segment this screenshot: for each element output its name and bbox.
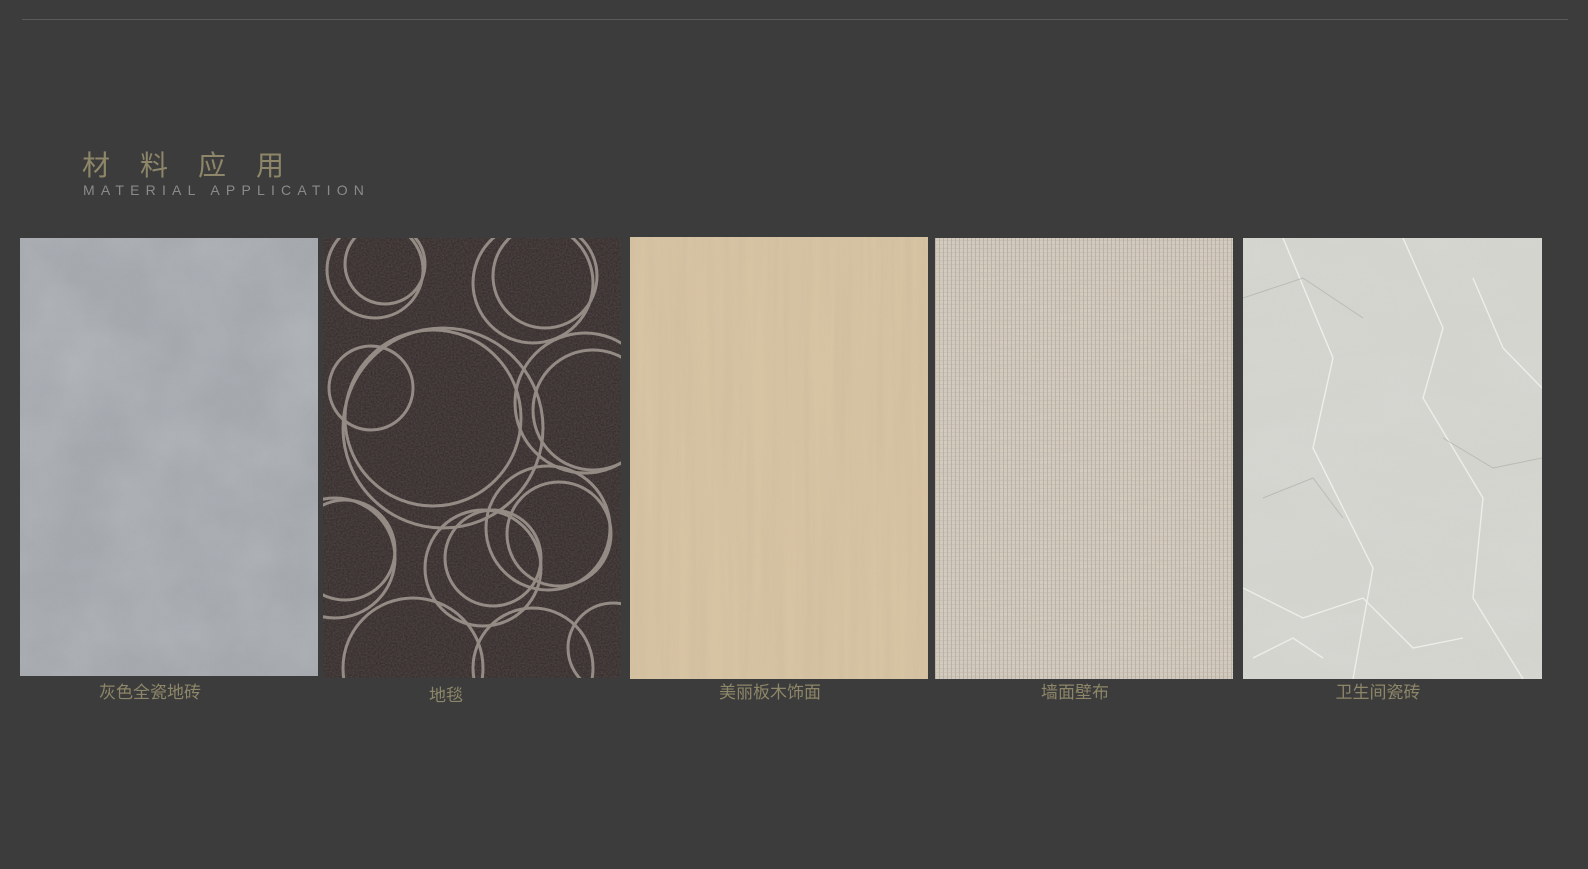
material-caption: 美丽板木饰面 <box>719 683 821 703</box>
material-swatch-wall-fabric <box>935 238 1233 679</box>
material-caption: 地毯 <box>429 686 463 706</box>
material-caption: 灰色全瓷地砖 <box>99 683 201 703</box>
top-divider <box>22 19 1568 20</box>
section-title: 材料应用 <box>82 149 315 182</box>
material-swatch-grey-tile <box>20 238 318 676</box>
material-caption: 卫生间瓷砖 <box>1335 683 1421 703</box>
material-caption: 墙面壁布 <box>1041 683 1109 703</box>
material-swatch-marble <box>1243 238 1542 679</box>
section-subtitle: MATERIAL APPLICATION <box>83 182 371 198</box>
material-swatch-carpet <box>323 238 621 678</box>
material-swatch-wood <box>630 237 928 679</box>
